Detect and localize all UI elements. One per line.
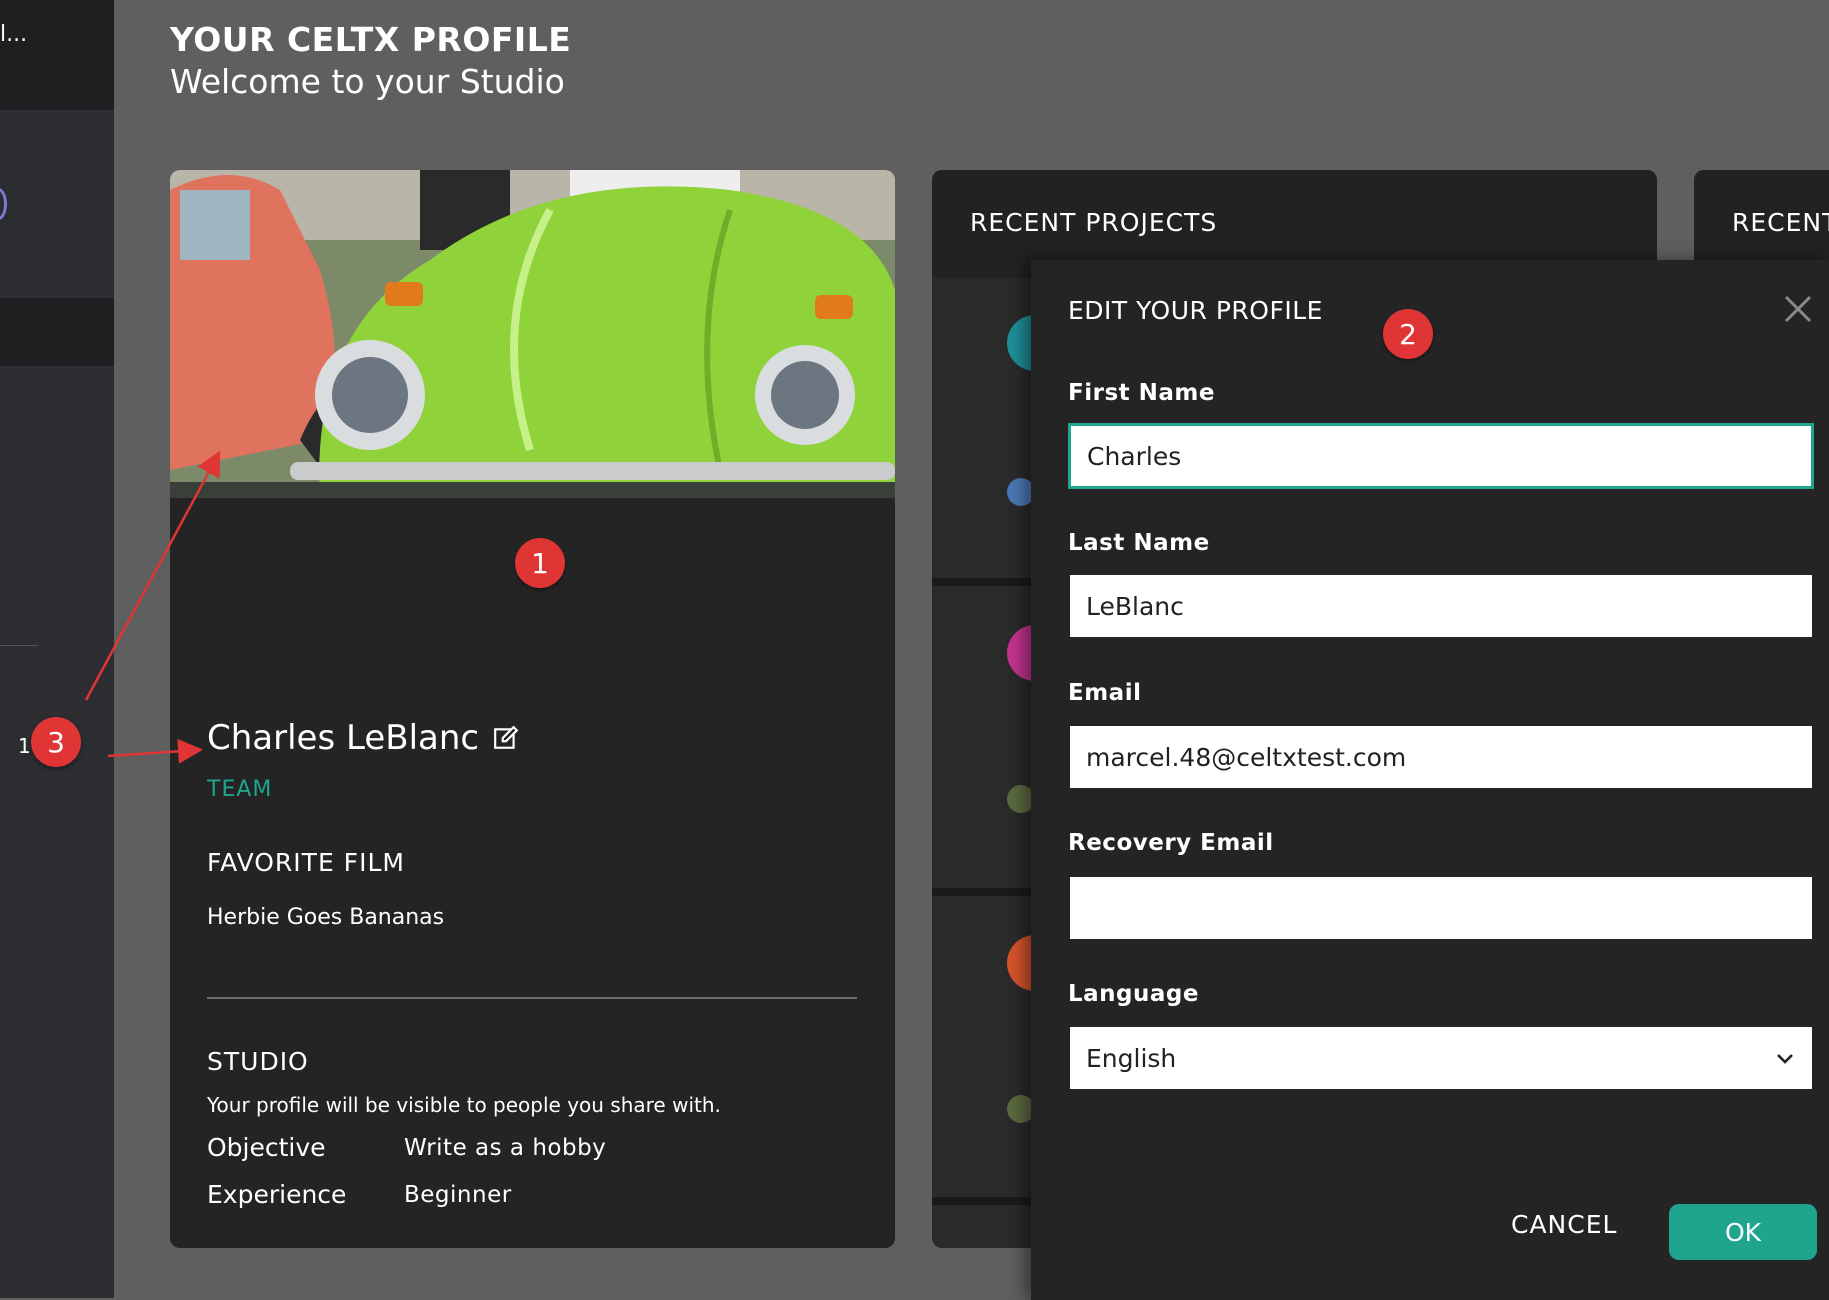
callout-badge-2: 2 bbox=[1383, 309, 1433, 359]
annotation-arrows bbox=[84, 450, 221, 764]
annotation-arrow bbox=[107, 738, 203, 764]
callout-badge-1: 1 bbox=[515, 538, 565, 588]
annotation-arrow bbox=[84, 450, 221, 701]
callout-badge-3: 3 bbox=[31, 717, 81, 767]
